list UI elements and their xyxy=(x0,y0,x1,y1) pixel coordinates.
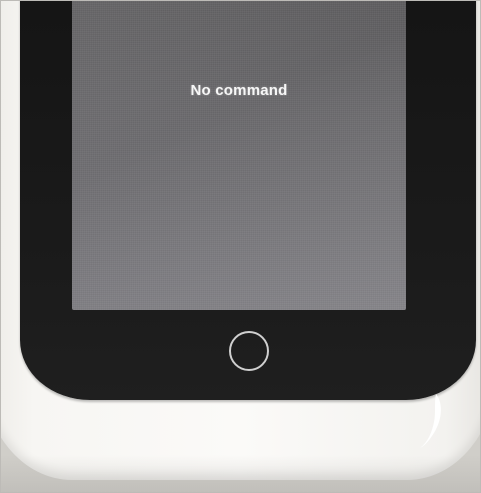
home-button-icon[interactable] xyxy=(229,331,269,371)
table-surface xyxy=(0,455,481,493)
screen-glare xyxy=(72,0,406,310)
shell-highlight xyxy=(420,394,441,448)
recovery-message: No command xyxy=(190,82,288,99)
phone-photo: No command xyxy=(0,0,481,493)
phone-screen: No command xyxy=(72,0,406,310)
